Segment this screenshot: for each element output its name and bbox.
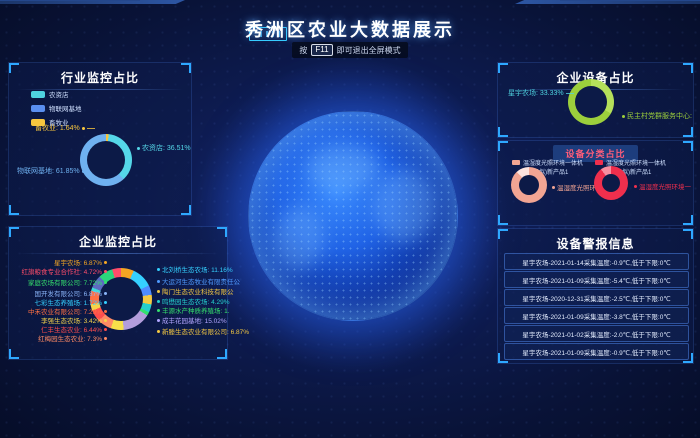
legend-swatch [512, 160, 520, 165]
legend-item[interactable]: 农资店 [31, 89, 82, 99]
label-dot [137, 147, 140, 150]
panel-industry-monitor-ratio: 行业监控占比 农资店 物联网基地 畜牧业 畜牧业: 1.64% 农资店: 36.… [8, 62, 192, 216]
panel-title: 设备警报信息 [498, 235, 693, 252]
chart-label: 大运河生态牧业有限责任公 [157, 276, 240, 286]
chart-label: 成丰花园基地: 15.02% [157, 315, 227, 325]
hint-suffix: 即可退出全屏模式 [337, 45, 401, 56]
chart-label: 新塍生态农业有限公司: 6.87% [157, 326, 249, 336]
device-donut-chart[interactable] [568, 79, 614, 125]
chart-label: 畜牧业: 1.64% [35, 123, 95, 133]
chart-label: 物联网基地: 61.85% [17, 166, 85, 176]
f11-keycap: F11 [311, 44, 332, 56]
label-dot [552, 186, 555, 189]
header-line-right [560, 0, 700, 1]
chart-label: 陶门生态农业科技有限公 [157, 286, 234, 296]
legend-swatch [595, 160, 603, 165]
chart-label: 红旗粮食专业合作社: 4.72% [21, 266, 107, 276]
alarm-row: 星宇农场-2020-12-31采集温度:-2.5℃,低于下限:0℃ [504, 289, 689, 306]
label-dot [82, 170, 85, 173]
panel-enterprise-device-ratio: 企业设备占比 星宇农场: 33.33% 民主村党群服务中心: [497, 62, 694, 138]
label-dot [82, 127, 85, 130]
legend-item[interactable]: 物联网基地 [31, 103, 82, 113]
chart-label: 农资店: 36.51% [137, 143, 191, 153]
legend-label: 农资店 [49, 89, 69, 99]
chart-label: 家庭农场有限公司: 7.72% [28, 277, 107, 287]
page-title: 秀洲区农业大数据展示 [0, 16, 700, 42]
legend-swatch [31, 105, 45, 112]
globe-visualization[interactable] [248, 111, 458, 321]
legend-item[interactable]: 温湿度光照环境一体机 [512, 158, 583, 167]
header-line-left [0, 0, 140, 1]
donut-hole [519, 175, 539, 195]
chart-label: 民主村党群服务中心: [622, 111, 692, 121]
alarm-row: 星宇农场-2021-01-09采集温度:-3.8℃,低于下限:0℃ [504, 307, 689, 324]
legend-label: 温湿度光照环境一体机 [523, 158, 583, 167]
alarm-row: 星宇农场-2021-01-14采集温度:-0.9℃,低于下限:0℃ [504, 253, 689, 270]
panel-title: 行业监控占比 [9, 69, 191, 86]
hint-prefix: 按 [299, 45, 307, 56]
dashboard: 秀洲区农业大数据展示 按 F11 即可退出全屏模式 行业监控占比 农资店 物联网… [0, 0, 700, 438]
globe-continent-blob [374, 170, 436, 242]
leader-line [87, 128, 95, 129]
panel-enterprise-monitor-ratio: 企业监控占比 星宇农场: 6.87% 红旗粮食专业合作社: 4.72% 家庭农场… [8, 226, 228, 360]
panel-device-class-ratio: 设备分类占比 温湿度光照环境一体机 (虚拟)新产品1 温湿度光照环境一 温湿度光… [497, 140, 694, 226]
donut-hole [87, 141, 125, 179]
legend-label: 物联网基地 [49, 103, 82, 113]
chart-label: 丰源水产种质养殖场: 1. [157, 305, 230, 315]
alarm-row: 星宇农场-2021-01-02采集温度:-2.0℃,低于下限:0℃ [504, 325, 689, 342]
panel-title: 企业监控占比 [9, 233, 227, 250]
device-class-donut-left[interactable] [511, 167, 547, 203]
chart-label: 温湿度光照环境一 [634, 181, 691, 191]
donut-hole [602, 174, 620, 192]
label-dot [622, 115, 625, 118]
globe-dot-map [249, 112, 457, 320]
label-dot [634, 185, 637, 188]
industry-donut-chart[interactable] [80, 134, 132, 186]
alarm-row: 星宇农场-2021-01-09采集温度:-0.9℃,低于下限:0℃ [504, 343, 689, 360]
device-class-donut-right[interactable] [594, 166, 628, 200]
globe-continent-blob [307, 145, 379, 191]
divider [17, 253, 219, 254]
chart-label: 北刘桥生态农场: 11.16% [157, 264, 233, 274]
leader-line [566, 93, 574, 94]
alarm-row: 星宇农场-2021-01-09采集温度:-5.4℃,低于下限:0℃ [504, 271, 689, 288]
chart-label: 红梅园生态农业: 7.3% [38, 333, 107, 343]
panel-device-alarms: 设备警报信息 星宇农场-2021-01-14采集温度:-0.9℃,低于下限:0℃… [497, 228, 694, 364]
chart-label: 星宇农场: 33.33% [508, 88, 574, 98]
legend-swatch [31, 91, 45, 98]
globe-continent-blob [274, 208, 324, 270]
donut-hole [575, 86, 607, 118]
